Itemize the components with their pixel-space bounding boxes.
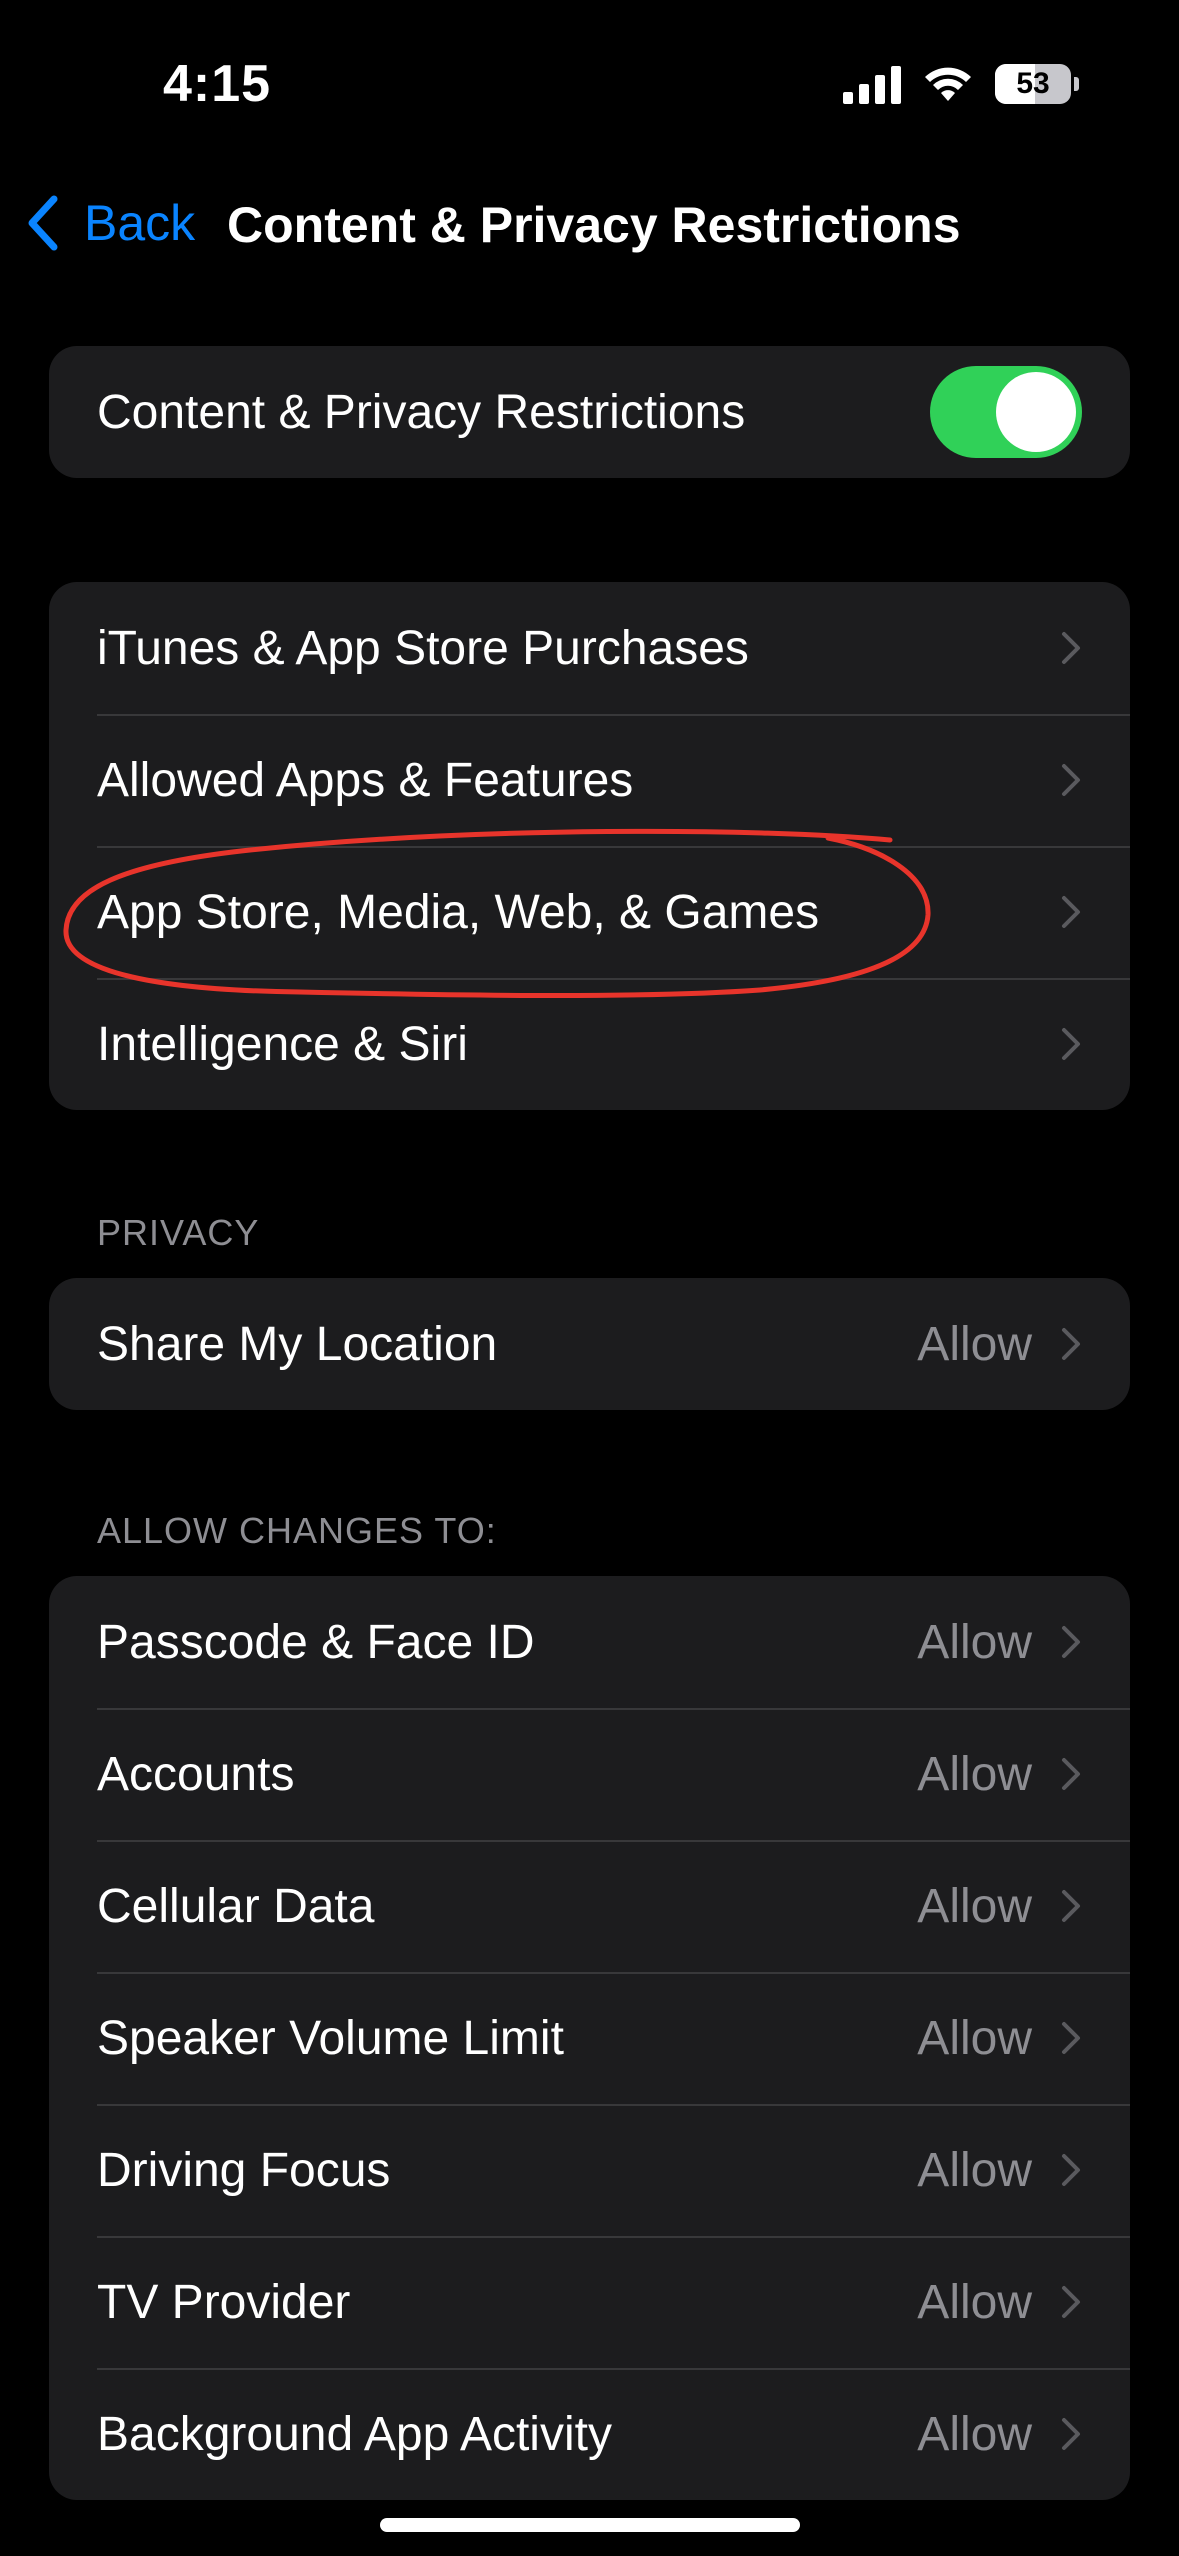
battery-icon: 53 xyxy=(995,64,1079,104)
chevron-right-icon xyxy=(1062,1890,1080,1922)
intelligence-siri-row[interactable]: Intelligence & Siri xyxy=(49,978,1130,1110)
row-label: Intelligence & Siri xyxy=(97,1017,468,1071)
row-label: iTunes & App Store Purchases xyxy=(97,621,749,675)
row-value: Allow xyxy=(917,1615,1032,1669)
wifi-icon xyxy=(925,67,971,101)
row-value: Allow xyxy=(917,1317,1032,1371)
content-privacy-toggle-row: Content & Privacy Restrictions xyxy=(49,346,1130,478)
row-label: TV Provider xyxy=(97,2275,351,2329)
allow-changes-section-header: ALLOW CHANGES TO: xyxy=(97,1510,497,1551)
row-label: Passcode & Face ID xyxy=(97,1615,535,1669)
back-label: Back xyxy=(84,195,196,251)
row-label: Background App Activity xyxy=(97,2407,612,2461)
content-settings-group: iTunes & App Store Purchases Allowed App… xyxy=(49,582,1130,1110)
row-label: Cellular Data xyxy=(97,1879,375,1933)
chevron-right-icon xyxy=(1062,896,1080,928)
row-value: Allow xyxy=(917,1747,1032,1801)
chevron-right-icon xyxy=(1062,2154,1080,2186)
accounts-row[interactable]: Accounts Allow xyxy=(49,1708,1130,1840)
status-bar: 4:15 53 xyxy=(0,0,1179,170)
home-indicator[interactable] xyxy=(380,2518,800,2532)
itunes-app-store-purchases-row[interactable]: iTunes & App Store Purchases xyxy=(49,582,1130,714)
battery-percent: 53 xyxy=(1016,67,1050,100)
row-label: App Store, Media, Web, & Games xyxy=(97,885,820,939)
signal-icon xyxy=(843,64,901,104)
row-label: Accounts xyxy=(97,1747,295,1801)
chevron-left-icon xyxy=(28,195,58,251)
row-label: Driving Focus xyxy=(97,2143,391,2197)
cellular-data-row[interactable]: Cellular Data Allow xyxy=(49,1840,1130,1972)
row-value: Allow xyxy=(917,2011,1032,2065)
passcode-face-id-row[interactable]: Passcode & Face ID Allow xyxy=(49,1576,1130,1708)
driving-focus-row[interactable]: Driving Focus Allow xyxy=(49,2104,1130,2236)
chevron-right-icon xyxy=(1062,632,1080,664)
master-toggle-group: Content & Privacy Restrictions xyxy=(49,346,1130,478)
toggle-knob xyxy=(996,372,1076,452)
row-label: Speaker Volume Limit xyxy=(97,2011,564,2065)
navigation-bar: Back Content & Privacy Restrictions xyxy=(0,180,1179,270)
toggle-label: Content & Privacy Restrictions xyxy=(97,385,746,439)
chevron-right-icon xyxy=(1062,1626,1080,1658)
chevron-right-icon xyxy=(1062,1328,1080,1360)
share-my-location-row[interactable]: Share My Location Allow xyxy=(49,1278,1130,1410)
allowed-apps-features-row[interactable]: Allowed Apps & Features xyxy=(49,714,1130,846)
content-privacy-toggle[interactable] xyxy=(930,366,1082,458)
status-icons: 53 xyxy=(843,64,1079,104)
row-label: Share My Location xyxy=(97,1317,498,1371)
row-value: Allow xyxy=(917,2407,1032,2461)
row-label: Allowed Apps & Features xyxy=(97,753,634,807)
allow-changes-group: Passcode & Face ID Allow Accounts Allow … xyxy=(49,1576,1130,2500)
chevron-right-icon xyxy=(1062,1758,1080,1790)
app-store-media-web-games-row[interactable]: App Store, Media, Web, & Games xyxy=(49,846,1130,978)
tv-provider-row[interactable]: TV Provider Allow xyxy=(49,2236,1130,2368)
page-title: Content & Privacy Restrictions xyxy=(227,197,961,253)
row-value: Allow xyxy=(917,2275,1032,2329)
chevron-right-icon xyxy=(1062,2022,1080,2054)
chevron-right-icon xyxy=(1062,1028,1080,1060)
chevron-right-icon xyxy=(1062,764,1080,796)
status-time: 4:15 xyxy=(163,55,272,113)
privacy-group: Share My Location Allow xyxy=(49,1278,1130,1410)
chevron-right-icon xyxy=(1062,2286,1080,2318)
privacy-section-header: PRIVACY xyxy=(97,1212,260,1253)
row-value: Allow xyxy=(917,2143,1032,2197)
speaker-volume-limit-row[interactable]: Speaker Volume Limit Allow xyxy=(49,1972,1130,2104)
background-app-activity-row[interactable]: Background App Activity Allow xyxy=(49,2368,1130,2500)
chevron-right-icon xyxy=(1062,2418,1080,2450)
row-value: Allow xyxy=(917,1879,1032,1933)
back-button[interactable]: Back xyxy=(26,194,195,252)
